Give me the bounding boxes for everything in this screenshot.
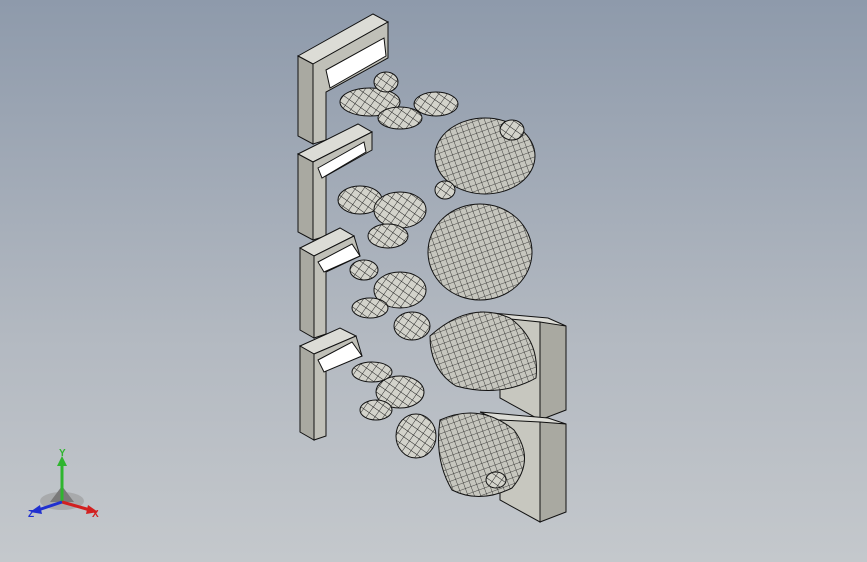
mold-assembly-model[interactable] bbox=[0, 0, 867, 562]
x-axis-label: X bbox=[92, 509, 99, 520]
coordinate-triad: Y X Z bbox=[28, 448, 99, 520]
y-axis-label: Y bbox=[59, 448, 66, 459]
z-axis-label: Z bbox=[28, 509, 34, 520]
figure-2-bear[interactable] bbox=[337, 180, 533, 301]
graphics-viewport[interactable]: Y X Z bbox=[0, 0, 867, 562]
